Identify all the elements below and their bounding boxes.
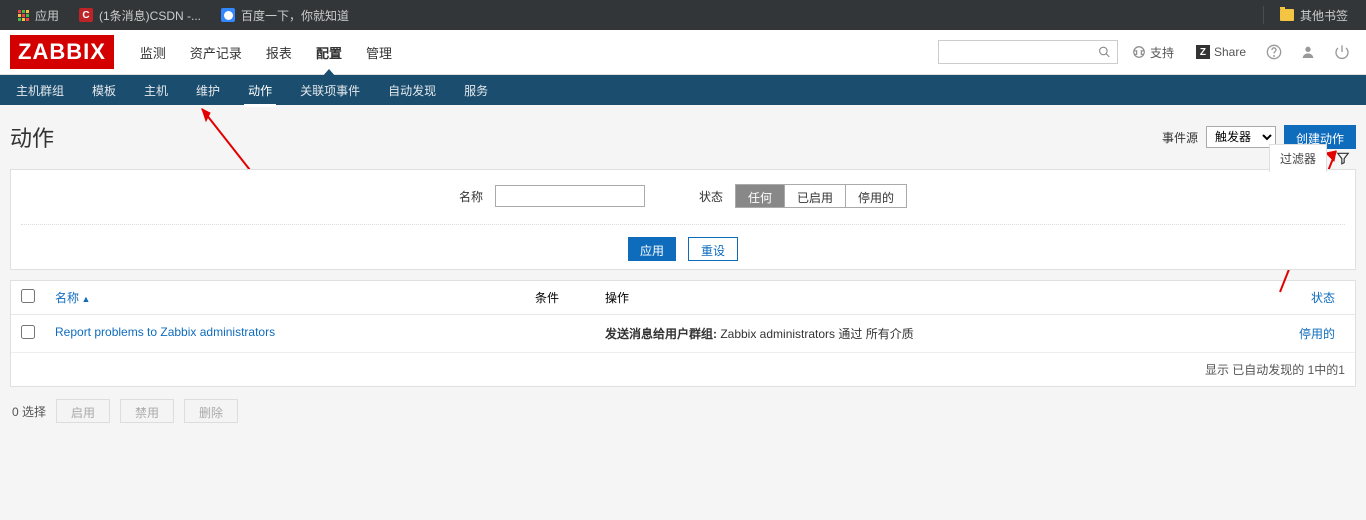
- apps-label: 应用: [35, 7, 59, 24]
- nav-monitor[interactable]: 监测: [128, 29, 178, 76]
- eventsource-label: 事件源: [1162, 129, 1198, 146]
- filter-name-input[interactable]: [495, 185, 645, 207]
- subnav-maintenance[interactable]: 维护: [182, 74, 234, 107]
- action-status-link[interactable]: 停用的: [1299, 327, 1335, 341]
- folder-icon: [1280, 9, 1294, 21]
- subnav-discovery[interactable]: 自动发现: [374, 74, 450, 107]
- subnav-action[interactable]: 动作: [234, 74, 286, 107]
- csdn-icon: C: [79, 8, 93, 22]
- page-head: 动作 事件源 触发器 创建动作: [10, 115, 1356, 169]
- help-icon: [1266, 44, 1282, 60]
- funnel-icon: [1336, 151, 1350, 165]
- subnav-hostgroup[interactable]: 主机群组: [2, 74, 78, 107]
- main-nav: 监测 资产记录 报表 配置 管理: [128, 29, 404, 76]
- apps-icon: [18, 10, 29, 21]
- baidu-label: 百度一下，你就知道: [241, 7, 349, 24]
- other-bookmarks[interactable]: 其他书签: [1272, 3, 1356, 28]
- global-search-input[interactable]: [939, 41, 1098, 63]
- z-badge-icon: Z: [1196, 45, 1210, 59]
- nav-inventory[interactable]: 资产记录: [178, 29, 254, 76]
- apps-bookmark[interactable]: 应用: [10, 3, 67, 28]
- logout-button[interactable]: [1328, 38, 1356, 66]
- filter-panel: 过滤器 名称 状态 任何 已启用 停用的 应用 重设: [10, 169, 1356, 270]
- zabbix-logo[interactable]: ZABBIX: [10, 35, 114, 69]
- browser-bookmark-bar: 应用 C (1条消息)CSDN -... 百度一下，你就知道 其他书签: [0, 0, 1366, 30]
- nav-report[interactable]: 报表: [254, 29, 304, 76]
- table-row: Report problems to Zabbix administrators…: [11, 315, 1355, 353]
- share-link[interactable]: Z Share: [1188, 41, 1254, 63]
- action-cond-cell: [525, 315, 595, 353]
- eventsource-select[interactable]: 触发器: [1206, 126, 1276, 148]
- subnav-service[interactable]: 服务: [450, 74, 502, 107]
- bulk-actions: 0 选择 启用 禁用 删除: [10, 387, 1356, 435]
- table-footer: 显示 已自动发现的 1中的1: [11, 353, 1355, 386]
- status-segment-group: 任何 已启用 停用的: [735, 184, 907, 208]
- table-header-row: 名称 条件 操作 状态: [11, 281, 1355, 315]
- other-label: 其他书签: [1300, 7, 1348, 24]
- nav-config[interactable]: 配置: [304, 29, 354, 76]
- csdn-label: (1条消息)CSDN -...: [99, 7, 201, 24]
- col-status-header[interactable]: 状态: [1311, 291, 1335, 305]
- actions-table: 名称 条件 操作 状态 Report problems to Zabbix ad…: [11, 281, 1355, 353]
- page-content: 动作 事件源 触发器 创建动作 过滤器 名称 状态 任何: [0, 105, 1366, 445]
- col-name-header[interactable]: 名称: [55, 291, 90, 305]
- bulk-disable-button[interactable]: 禁用: [120, 399, 174, 423]
- search-icon: [1098, 45, 1111, 59]
- filter-status-label: 状态: [699, 188, 723, 205]
- seg-any[interactable]: 任何: [736, 185, 785, 207]
- support-link[interactable]: 支持: [1124, 40, 1182, 65]
- filter-name-label: 名称: [459, 188, 483, 205]
- filter-reset-button[interactable]: 重设: [688, 237, 738, 261]
- seg-enabled[interactable]: 已启用: [785, 185, 846, 207]
- zabbix-header: ZABBIX 监测 资产记录 报表 配置 管理 支持 Z Share: [0, 30, 1366, 75]
- filter-toggle-tab[interactable]: 过滤器: [1269, 144, 1327, 172]
- divider: [1263, 6, 1264, 24]
- user-icon: [1300, 44, 1316, 60]
- action-op-cell: 发送消息给用户群组: Zabbix administrators 通过 所有介质: [595, 315, 1255, 353]
- page-title: 动作: [10, 121, 54, 153]
- help-button[interactable]: [1260, 38, 1288, 66]
- nav-admin[interactable]: 管理: [354, 29, 404, 76]
- select-all-checkbox[interactable]: [21, 289, 35, 303]
- subnav-correlation[interactable]: 关联项事件: [286, 74, 374, 107]
- subnav-host[interactable]: 主机: [130, 74, 182, 107]
- baidu-bookmark[interactable]: 百度一下，你就知道: [213, 3, 357, 28]
- power-icon: [1334, 44, 1350, 60]
- col-cond-header: 条件: [535, 291, 559, 305]
- seg-disabled[interactable]: 停用的: [846, 185, 906, 207]
- baidu-icon: [221, 8, 235, 22]
- user-button[interactable]: [1294, 38, 1322, 66]
- col-op-header: 操作: [605, 291, 629, 305]
- action-name-link[interactable]: Report problems to Zabbix administrators: [55, 325, 275, 339]
- bulk-enable-button[interactable]: 启用: [56, 399, 110, 423]
- csdn-bookmark[interactable]: C (1条消息)CSDN -...: [71, 3, 209, 28]
- support-icon: [1132, 45, 1146, 59]
- global-search[interactable]: [938, 40, 1118, 64]
- row-checkbox[interactable]: [21, 325, 35, 339]
- filter-funnel-button[interactable]: [1331, 146, 1355, 170]
- sub-nav: 主机群组 模板 主机 维护 动作 关联项事件 自动发现 服务: [0, 75, 1366, 105]
- bulk-delete-button[interactable]: 删除: [184, 399, 238, 423]
- selected-count: 0 选择: [12, 403, 46, 420]
- filter-apply-button[interactable]: 应用: [628, 237, 676, 261]
- actions-table-container: 名称 条件 操作 状态 Report problems to Zabbix ad…: [10, 280, 1356, 387]
- subnav-template[interactable]: 模板: [78, 74, 130, 107]
